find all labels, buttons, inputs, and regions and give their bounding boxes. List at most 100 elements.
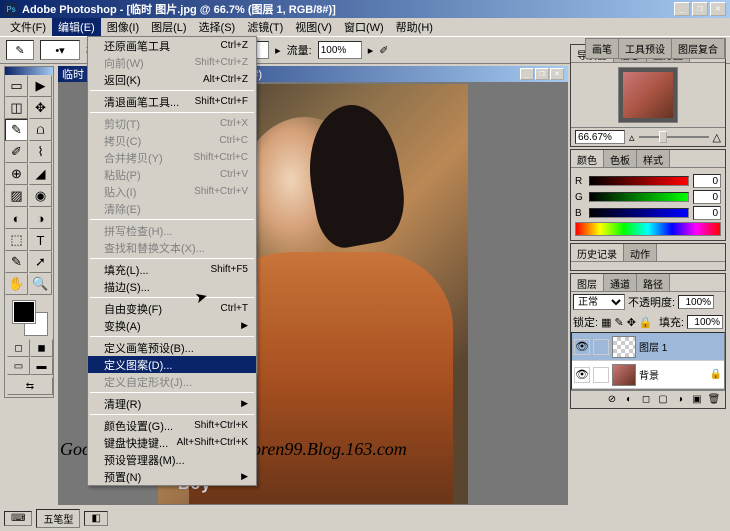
welltab-图层复合[interactable]: 图层复合 (672, 39, 725, 58)
layer-thumbnail[interactable] (612, 336, 636, 358)
screenmode-2-button[interactable]: ▬ (30, 357, 53, 375)
minimize-button[interactable]: _ (674, 2, 690, 16)
blend-mode-select[interactable]: 正常 (573, 294, 625, 310)
layer-thumbnail[interactable] (612, 364, 636, 386)
lock-brush-icon[interactable]: ✎ (614, 316, 623, 329)
menuitem-键盘快捷键...[interactable]: 键盘快捷键...Alt+Shift+Ctrl+K (88, 434, 256, 451)
ime-icon[interactable]: ◧ (84, 511, 107, 526)
tool-15[interactable]: T (29, 229, 52, 251)
adjust-icon[interactable]: ◑ (673, 393, 687, 407)
menu-帮助H[interactable]: 帮助(H) (390, 18, 439, 36)
ime-name[interactable]: 五笔型 (36, 509, 80, 528)
tool-18[interactable]: ✋ (5, 273, 28, 295)
lock-all-icon[interactable]: 🔒 (639, 316, 653, 329)
lock-pixels-icon[interactable]: ▦ (601, 316, 611, 329)
newlayer-icon[interactable]: ▣ (690, 393, 704, 407)
zoom-in-icon[interactable]: △ (713, 131, 721, 144)
menu-选择S[interactable]: 选择(S) (193, 18, 242, 36)
menuitem-定义画笔预设(B)...[interactable]: 定义画笔预设(B)... (88, 339, 256, 356)
color-swatch[interactable] (9, 299, 49, 335)
spectrum-picker[interactable] (575, 222, 721, 236)
tab-图层[interactable]: 图层 (571, 274, 604, 291)
b-input[interactable] (693, 206, 721, 220)
menuitem-返回(K)[interactable]: 返回(K)Alt+Ctrl+Z (88, 71, 256, 88)
airbrush-icon[interactable]: ✐ (379, 44, 388, 57)
tab-动作[interactable]: 动作 (624, 244, 657, 261)
menu-图像I[interactable]: 图像(I) (101, 18, 145, 36)
r-input[interactable] (693, 174, 721, 188)
tool-3[interactable]: ✥ (29, 97, 52, 119)
tool-6[interactable]: ✐ (5, 141, 28, 163)
zoom-input[interactable] (575, 130, 625, 144)
tool-2[interactable]: ◫ (5, 97, 28, 119)
menu-编辑E[interactable]: 编辑(E) (52, 18, 101, 36)
visibility-icon[interactable]: 👁 (574, 339, 590, 355)
menu-文件F[interactable]: 文件(F) (4, 18, 52, 36)
tool-11[interactable]: ◉ (29, 185, 52, 207)
menu-窗口W[interactable]: 窗口(W) (338, 18, 390, 36)
quickmask-on-button[interactable]: ◼ (30, 339, 53, 357)
tool-10[interactable]: ▨ (5, 185, 28, 207)
menuitem-定义图案(D)...[interactable]: 定义图案(D)... (88, 356, 256, 373)
flow-input[interactable] (318, 41, 362, 59)
layer-row[interactable]: 👁背景🔒 (572, 361, 724, 389)
jump-to-button[interactable]: ⇆ (7, 377, 53, 395)
lock-move-icon[interactable]: ✥ (627, 316, 636, 329)
tab-通道[interactable]: 通道 (604, 274, 637, 291)
b-slider[interactable] (589, 208, 689, 218)
doc-minimize-button[interactable]: _ (520, 68, 534, 80)
layer-opacity-input[interactable] (678, 295, 714, 309)
menuitem-预设管理器(M)...[interactable]: 预设管理器(M)... (88, 451, 256, 468)
menu-视图V[interactable]: 视图(V) (289, 18, 338, 36)
menuitem-填充(L)...[interactable]: 填充(L)...Shift+F5 (88, 261, 256, 278)
navigator-preview[interactable] (618, 67, 678, 123)
layer-row[interactable]: 👁图层 1 (572, 333, 724, 361)
r-slider[interactable] (589, 176, 689, 186)
tool-7[interactable]: ⌇ (29, 141, 52, 163)
menuitem-清退画笔工具...[interactable]: 清退画笔工具...Shift+Ctrl+F (88, 93, 256, 110)
link-cell[interactable] (593, 339, 609, 355)
tool-16[interactable]: ✎ (5, 251, 28, 273)
tool-19[interactable]: 🔍 (29, 273, 52, 295)
tab-样式[interactable]: 样式 (637, 150, 670, 167)
tab-色板[interactable]: 色板 (604, 150, 637, 167)
g-slider[interactable] (589, 192, 689, 202)
menu-滤镜T[interactable]: 滤镜(T) (241, 18, 289, 36)
tab-颜色[interactable]: 颜色 (571, 150, 604, 167)
menu-图层L[interactable]: 图层(L) (145, 18, 192, 36)
tab-历史记录[interactable]: 历史记录 (571, 244, 624, 261)
welltab-画笔[interactable]: 画笔 (586, 39, 619, 58)
welltab-工具预设[interactable]: 工具预设 (619, 39, 672, 58)
close-button[interactable]: ✕ (710, 2, 726, 16)
g-input[interactable] (693, 190, 721, 204)
tool-4[interactable]: ✎ (5, 119, 28, 141)
tool-9[interactable]: ◢ (29, 163, 52, 185)
tool-0[interactable]: ▭ (5, 75, 28, 97)
quickmask-button[interactable]: ◻ (7, 339, 30, 357)
menuitem-还原画笔工具[interactable]: 还原画笔工具Ctrl+Z (88, 37, 256, 54)
menuitem-清理(R)[interactable]: 清理(R)▶ (88, 395, 256, 412)
mask-icon[interactable]: ◻ (639, 393, 653, 407)
tab-路径[interactable]: 路径 (637, 274, 670, 291)
zoom-slider[interactable] (639, 132, 709, 142)
layerstyle-icon[interactable]: ◐ (622, 393, 636, 407)
menuitem-描边(S)...[interactable]: 描边(S)... (88, 278, 256, 295)
doc-close-button[interactable]: ✕ (550, 68, 564, 80)
tool-5[interactable]: ⩍ (29, 119, 52, 141)
menuitem-颜色设置(G)...[interactable]: 颜色设置(G)...Shift+Ctrl+K (88, 417, 256, 434)
menuitem-自由变换(F)[interactable]: 自由变换(F)Ctrl+T (88, 300, 256, 317)
tool-1[interactable]: ▶ (29, 75, 52, 97)
foreground-color[interactable] (13, 301, 35, 323)
menuitem-预置(N)[interactable]: 预置(N)▶ (88, 468, 256, 485)
menuitem-变换(A)[interactable]: 变换(A)▶ (88, 317, 256, 334)
ime-status[interactable]: ⌨ (4, 511, 32, 526)
folder-icon[interactable]: ▢ (656, 393, 670, 407)
link-cell[interactable] (593, 367, 609, 383)
link-icon[interactable]: ⊘ (605, 393, 619, 407)
zoom-out-icon[interactable]: ▵ (629, 131, 635, 144)
fill-input[interactable] (687, 315, 723, 329)
tool-12[interactable]: ◐ (5, 207, 28, 229)
brush-preset-picker[interactable]: ✎ (6, 40, 34, 60)
tool-17[interactable]: ➚ (29, 251, 52, 273)
visibility-icon[interactable]: 👁 (574, 367, 590, 383)
